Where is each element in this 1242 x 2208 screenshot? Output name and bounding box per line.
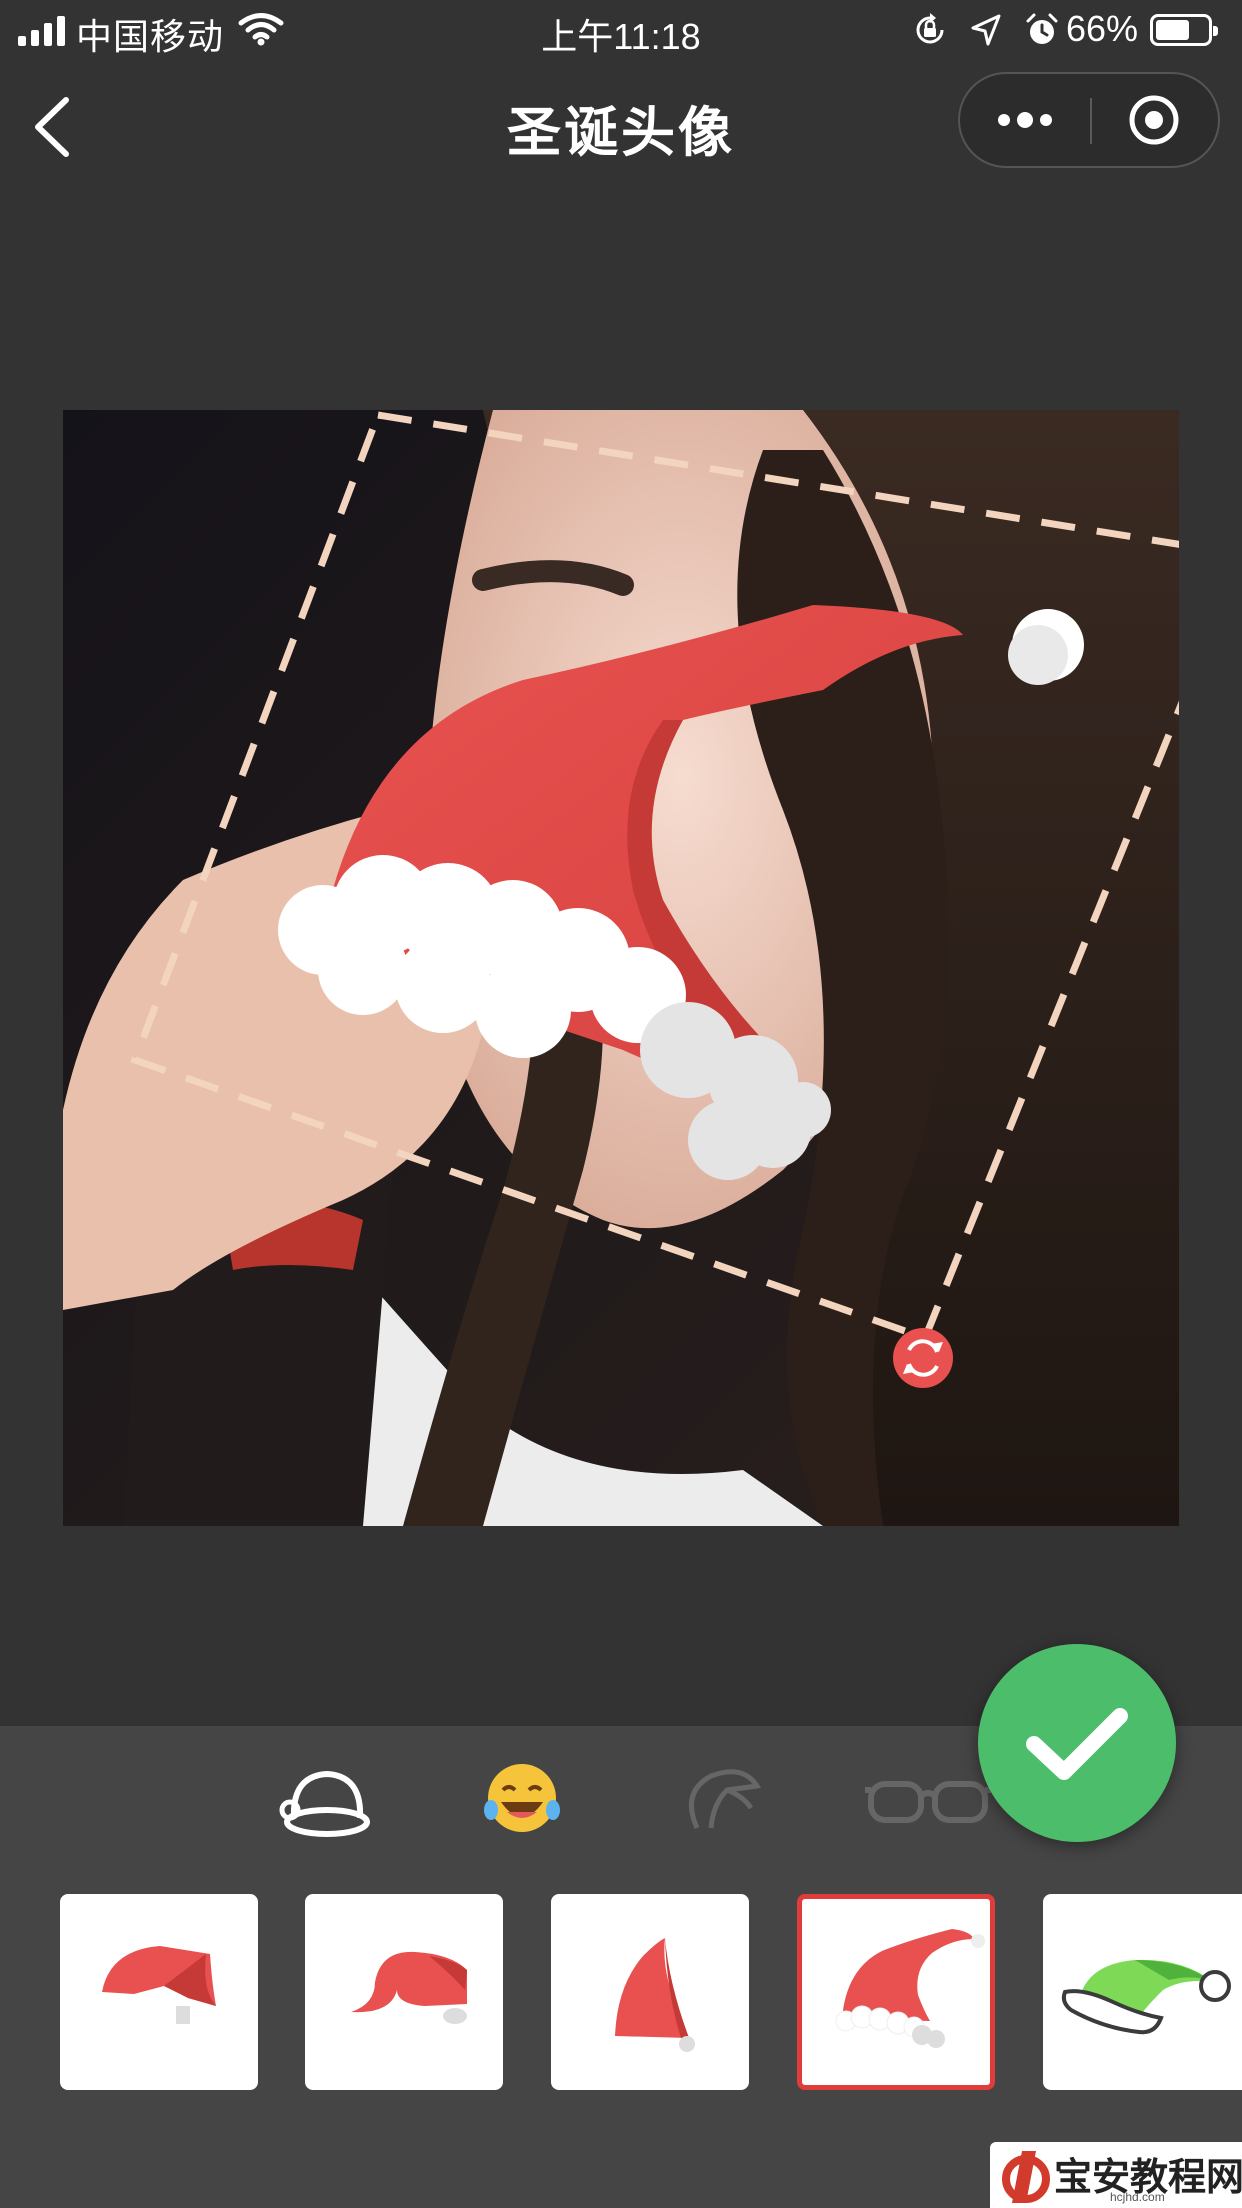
sticker-santa-hat-flat[interactable]	[60, 1894, 258, 2090]
green-hat-icon	[1061, 1959, 1231, 2035]
battery-icon	[1150, 14, 1218, 46]
mini-program-capsule	[958, 72, 1220, 168]
sticker-santa-hat-wide[interactable]	[305, 1894, 503, 2090]
santa-hat-curled-icon	[835, 1929, 985, 2048]
portrait-photo	[63, 410, 1179, 1526]
tab-emoji[interactable]	[467, 1756, 577, 1846]
tab-hat[interactable]	[272, 1756, 382, 1846]
more-dots-icon	[998, 112, 1052, 128]
sticker-santa-hat-curled[interactable]	[797, 1894, 995, 2090]
more-button[interactable]	[960, 74, 1090, 166]
santa-hat-flat-icon	[102, 1946, 216, 2024]
santa-hat-wide-icon	[351, 1951, 467, 2024]
photo-canvas[interactable]	[63, 410, 1179, 1526]
rotation-lock-icon	[916, 13, 944, 44]
checkmark-icon	[1026, 1708, 1128, 1780]
watermark-url: hcjhd.com	[1110, 2190, 1165, 2204]
santa-hat-tall-icon	[615, 1938, 695, 2052]
close-miniprogram-button[interactable]	[1092, 74, 1220, 166]
hat-icon	[279, 1770, 370, 1837]
sticker-green-hat[interactable]	[1043, 1894, 1242, 2090]
helmet-icon	[688, 1769, 762, 1830]
rotate-handle[interactable]	[893, 1328, 953, 1388]
tab-glasses[interactable]	[863, 1756, 993, 1846]
location-icon	[971, 14, 1001, 46]
emoji-laughing-icon	[484, 1764, 560, 1832]
alarm-icon	[1026, 13, 1058, 44]
status-bar: 中国移动 上午11:18 66%	[0, 0, 1242, 62]
confirm-button[interactable]	[978, 1644, 1176, 1842]
sticker-santa-hat-tall[interactable]	[551, 1894, 749, 2090]
target-circle-icon	[1129, 95, 1179, 145]
tab-helmet[interactable]	[667, 1756, 777, 1846]
watermark: 宝安教程网 hcjhd.com	[990, 2142, 1242, 2208]
watermark-logo	[1002, 2151, 1050, 2203]
glasses-icon	[865, 1781, 991, 1823]
battery-percent: 66%	[1066, 8, 1139, 49]
